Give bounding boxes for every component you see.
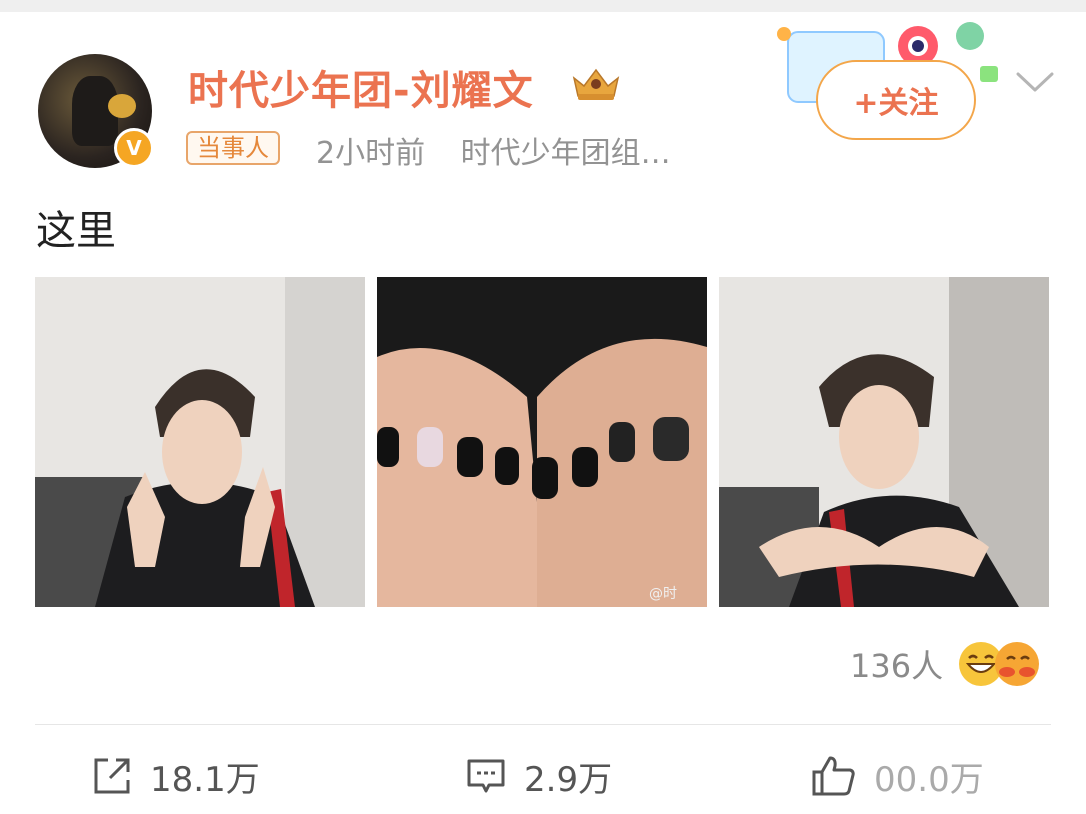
comment-icon <box>467 759 505 793</box>
watermark-text: @时 <box>649 586 677 602</box>
post-text: 这里 <box>36 208 116 254</box>
repost-icon <box>94 758 130 794</box>
post-meta: 2小时前 时代少年团组… <box>316 128 671 172</box>
post-time: 2小时前 <box>316 136 426 171</box>
crown-icon <box>572 68 620 100</box>
photo-3-illustration <box>719 277 1049 607</box>
hug-emoji-icon <box>995 642 1040 686</box>
top-strip <box>0 0 1086 12</box>
repost-button[interactable]: 18.1万 <box>90 750 260 802</box>
chevron-down-icon[interactable] <box>1012 66 1058 96</box>
post-photo-3[interactable] <box>719 277 1049 607</box>
verified-badge-icon: V <box>114 128 154 168</box>
like-icon <box>812 756 855 796</box>
follow-button[interactable]: +关注 <box>816 60 976 140</box>
follow-label: +关注 <box>853 86 939 121</box>
comment-button[interactable]: 2.9万 <box>464 750 612 802</box>
avatar-highlight <box>108 94 136 118</box>
comment-count: 2.9万 <box>524 759 613 800</box>
reactions-count: 136人 <box>850 647 944 685</box>
photo-watermark: @时 <box>649 583 677 603</box>
reactions-summary[interactable]: 136人 <box>850 640 1040 688</box>
post-photo-1[interactable] <box>35 277 365 607</box>
action-divider <box>35 724 1051 725</box>
role-tag: 当事人 <box>186 131 280 165</box>
author-name[interactable]: 时代少年团-刘耀文 <box>188 58 534 116</box>
photo-2-illustration <box>377 277 707 607</box>
repost-count: 18.1万 <box>150 759 260 800</box>
photo-1-illustration <box>35 277 365 607</box>
like-button[interactable]: 00.0万 <box>810 750 984 802</box>
post-source[interactable]: 时代少年团组… <box>461 136 671 171</box>
post-photo-2[interactable]: @时 <box>377 277 707 607</box>
like-count: 00.0万 <box>874 759 984 800</box>
hug-emoji-graphic <box>999 655 1036 677</box>
